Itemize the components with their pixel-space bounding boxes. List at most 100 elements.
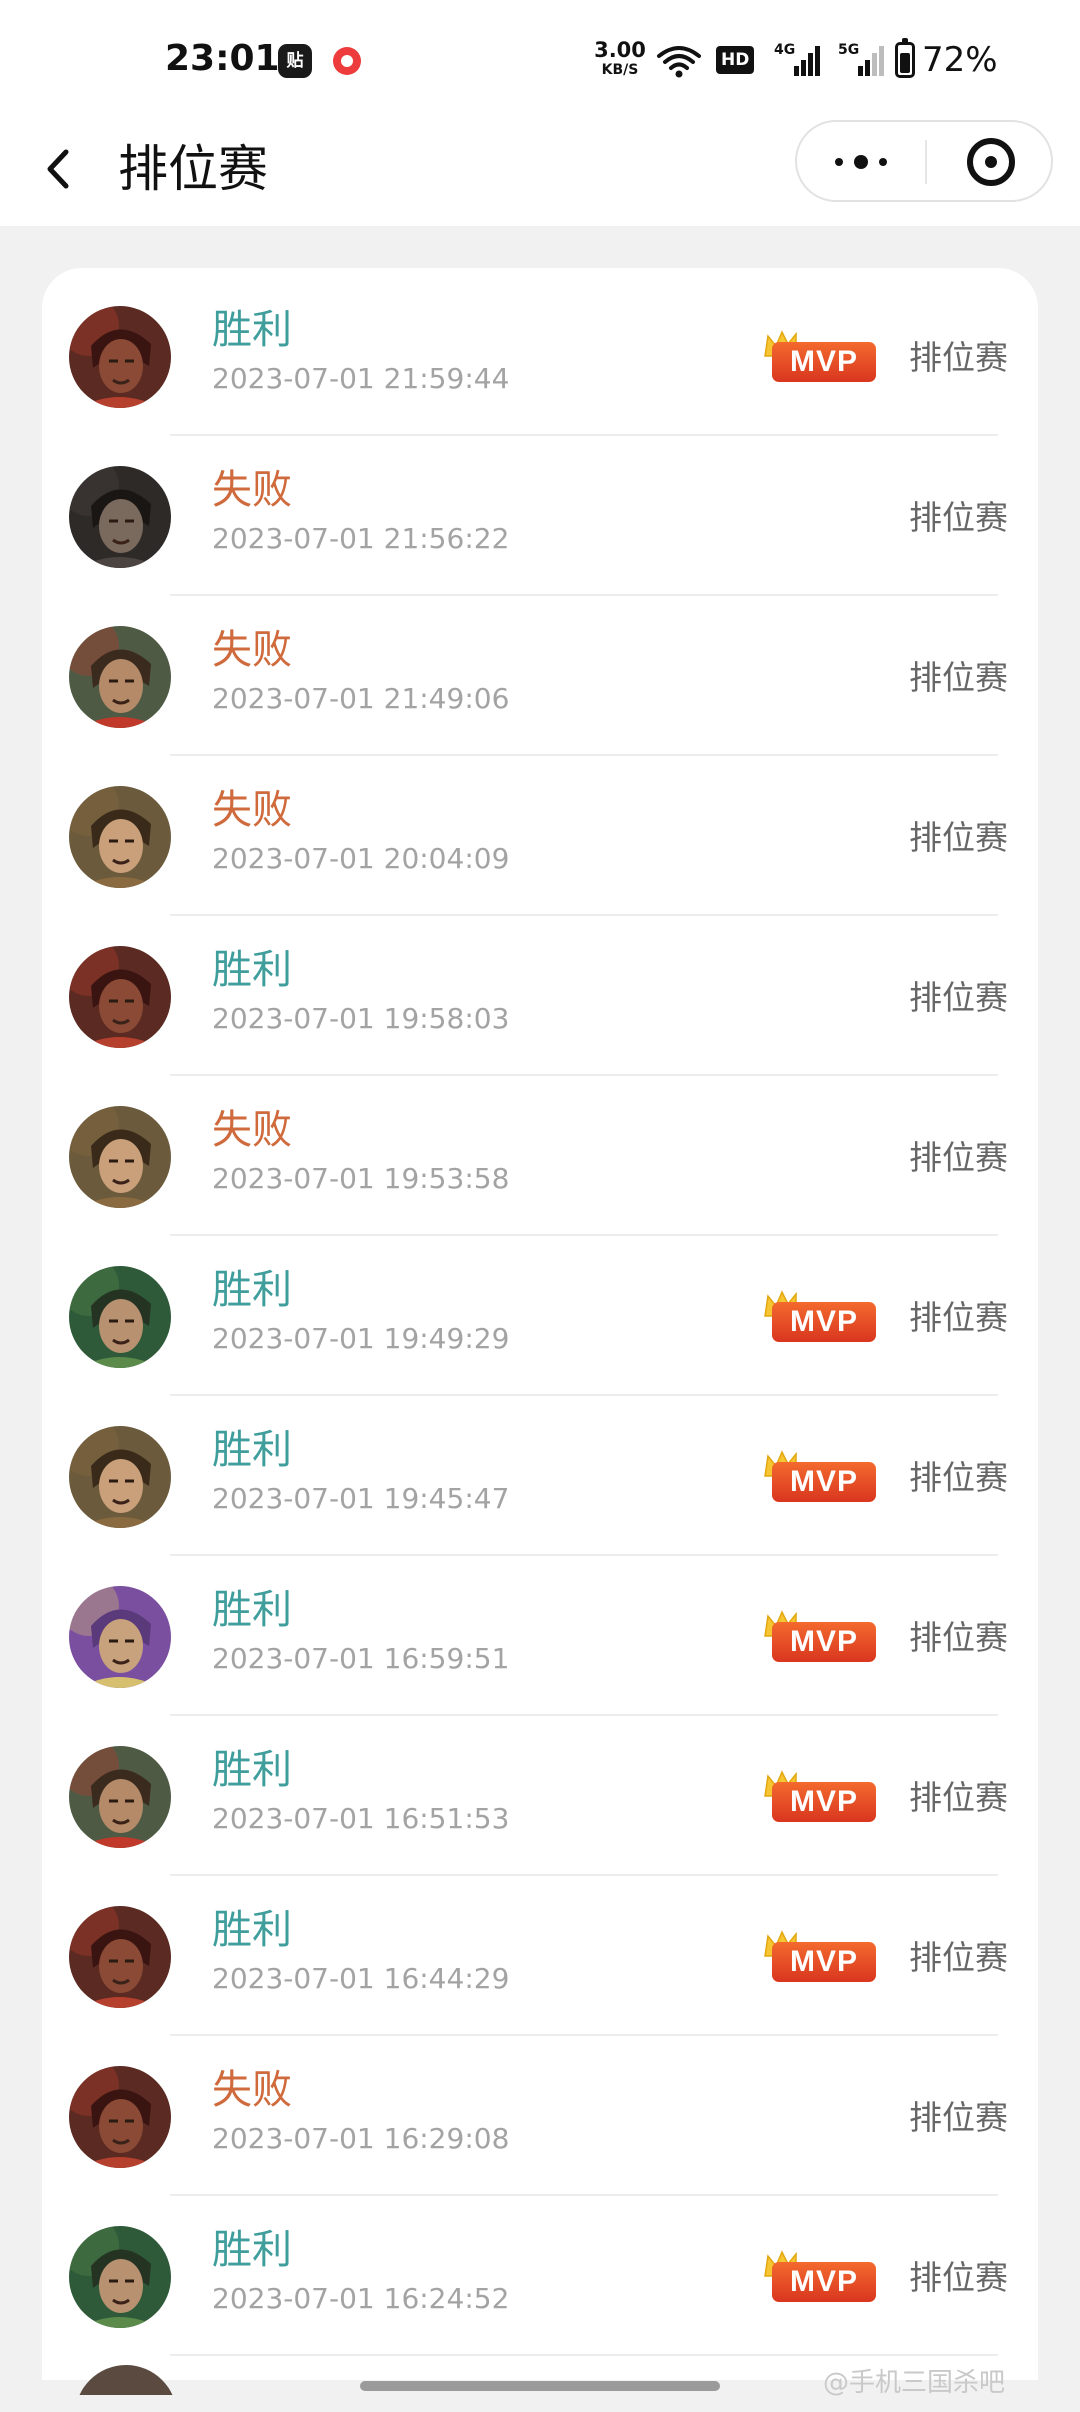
mvp-badge: MVP (762, 1770, 877, 1828)
avatar (69, 1106, 171, 1208)
nav-bar: 排位赛 (0, 120, 1080, 226)
row-divider (170, 2194, 998, 2196)
match-time: 2023-07-01 19:45:47 (212, 1482, 510, 1515)
row-divider (170, 754, 998, 756)
match-result: 胜利 (212, 1427, 292, 1473)
row-divider (170, 2354, 998, 2356)
match-result: 失败 (212, 627, 292, 673)
row-divider (170, 1714, 998, 1716)
match-result: 胜利 (212, 2227, 292, 2273)
tieba-app-icon: 贴 (278, 44, 312, 78)
match-result: 失败 (212, 2067, 292, 2113)
network-speed: 3.00 KB/S (592, 38, 648, 78)
match-result: 失败 (212, 787, 292, 833)
mini-program-capsule (795, 120, 1053, 202)
match-record-row[interactable]: 失败 2023-07-01 21:56:22 排位赛 (42, 438, 1038, 596)
avatar (75, 2365, 177, 2395)
watermark: @手机三国杀吧 (823, 2368, 1006, 2398)
avatar (69, 1906, 171, 2008)
row-divider (170, 1234, 998, 1236)
row-divider (170, 1554, 998, 1556)
target-icon (967, 138, 1015, 186)
match-time: 2023-07-01 20:04:09 (212, 842, 510, 875)
match-result: 胜利 (212, 1587, 292, 1633)
mvp-badge: MVP (762, 1290, 877, 1348)
match-mode: 排位赛 (909, 498, 1008, 537)
row-divider (170, 2034, 998, 2036)
mvp-badge: MVP (762, 1450, 877, 1508)
match-record-row[interactable]: 失败 2023-07-01 21:49:06 排位赛 (42, 598, 1038, 756)
close-mini-program-button[interactable] (927, 122, 1051, 200)
match-time: 2023-07-01 16:51:53 (212, 1802, 510, 1835)
match-mode: 排位赛 (909, 1778, 1008, 1817)
match-mode: 排位赛 (909, 2258, 1008, 2297)
mvp-badge: MVP (762, 1610, 877, 1668)
match-time: 2023-07-01 21:59:44 (212, 362, 510, 395)
match-mode: 排位赛 (909, 1138, 1008, 1177)
avatar (69, 626, 171, 728)
match-result: 胜利 (212, 1267, 292, 1313)
match-record-list: 胜利 2023-07-01 21:59:44 MVP 排位赛 失败 2023-07-01 … (42, 268, 1038, 2380)
row-divider (170, 1874, 998, 1876)
match-record-row[interactable]: 胜利 2023-07-01 16:24:52 MVP 排位赛 (42, 2198, 1038, 2356)
avatar (69, 2066, 171, 2168)
match-record-row[interactable]: 失败 2023-07-01 19:53:58 排位赛 (42, 1078, 1038, 1236)
mvp-label: MVP (772, 1782, 876, 1822)
mvp-label: MVP (772, 1302, 876, 1342)
match-record-row[interactable]: 胜利 2023-07-01 19:45:47 MVP 排位赛 (42, 1398, 1038, 1556)
chevron-left-icon (47, 149, 69, 189)
battery-percent: 72% (922, 40, 998, 80)
row-divider (170, 914, 998, 916)
status-time: 23:01 (165, 38, 280, 79)
match-record-row[interactable]: 失败 2023-07-01 20:04:09 排位赛 (42, 758, 1038, 916)
mvp-label: MVP (772, 1462, 876, 1502)
match-time: 2023-07-01 16:24:52 (212, 2282, 510, 2315)
mvp-badge: MVP (762, 1930, 877, 1988)
match-record-row[interactable]: 胜利 2023-07-01 19:58:03 排位赛 (42, 918, 1038, 1076)
match-time: 2023-07-01 19:53:58 (212, 1162, 510, 1195)
match-mode: 排位赛 (909, 818, 1008, 857)
avatar (69, 786, 171, 888)
match-mode: 排位赛 (909, 2098, 1008, 2137)
status-bar: 23:01 贴 3.00 KB/S HD 4G 5G 72% (0, 0, 1080, 120)
match-time: 2023-07-01 21:56:22 (212, 522, 510, 555)
row-divider (170, 1394, 998, 1396)
match-time: 2023-07-01 16:44:29 (212, 1962, 510, 1995)
match-time: 2023-07-01 19:58:03 (212, 1002, 510, 1035)
match-mode: 排位赛 (909, 658, 1008, 697)
match-mode: 排位赛 (909, 1618, 1008, 1657)
match-result: 失败 (212, 1107, 292, 1153)
match-time: 2023-07-01 16:59:51 (212, 1642, 510, 1675)
match-record-row[interactable]: 胜利 2023-07-01 16:51:53 MVP 排位赛 (42, 1718, 1038, 1876)
avatar (69, 466, 171, 568)
wifi-icon (657, 46, 701, 78)
avatar (69, 306, 171, 408)
more-button[interactable] (797, 122, 925, 200)
match-result: 胜利 (212, 307, 292, 353)
match-result: 胜利 (212, 947, 292, 993)
back-button[interactable] (30, 134, 90, 204)
avatar (69, 1426, 171, 1528)
home-indicator[interactable] (360, 2381, 720, 2391)
match-time: 2023-07-01 19:49:29 (212, 1322, 510, 1355)
battery-icon (895, 38, 915, 78)
mvp-badge: MVP (762, 330, 877, 388)
mvp-label: MVP (772, 1942, 876, 1982)
match-mode: 排位赛 (909, 1938, 1008, 1977)
avatar (69, 1586, 171, 1688)
network-speed-value: 3.00 (594, 38, 646, 62)
hd-voice-icon: HD (716, 46, 755, 74)
match-record-row[interactable]: 失败 2023-07-01 16:29:08 排位赛 (42, 2038, 1038, 2196)
match-record-row[interactable]: 胜利 2023-07-01 16:44:29 MVP 排位赛 (42, 1878, 1038, 2036)
row-divider (170, 594, 998, 596)
row-divider (170, 434, 998, 436)
match-record-row[interactable]: 胜利 2023-07-01 16:59:51 MVP 排位赛 (42, 1558, 1038, 1716)
match-record-row[interactable]: 胜利 2023-07-01 19:49:29 MVP 排位赛 (42, 1238, 1038, 1396)
row-divider (170, 1074, 998, 1076)
match-mode: 排位赛 (909, 338, 1008, 377)
match-record-row[interactable]: 胜利 2023-07-01 21:59:44 MVP 排位赛 (42, 278, 1038, 436)
match-mode: 排位赛 (909, 1298, 1008, 1337)
match-mode: 排位赛 (909, 978, 1008, 1017)
avatar (69, 2226, 171, 2328)
network-speed-unit: KB/S (601, 62, 639, 78)
